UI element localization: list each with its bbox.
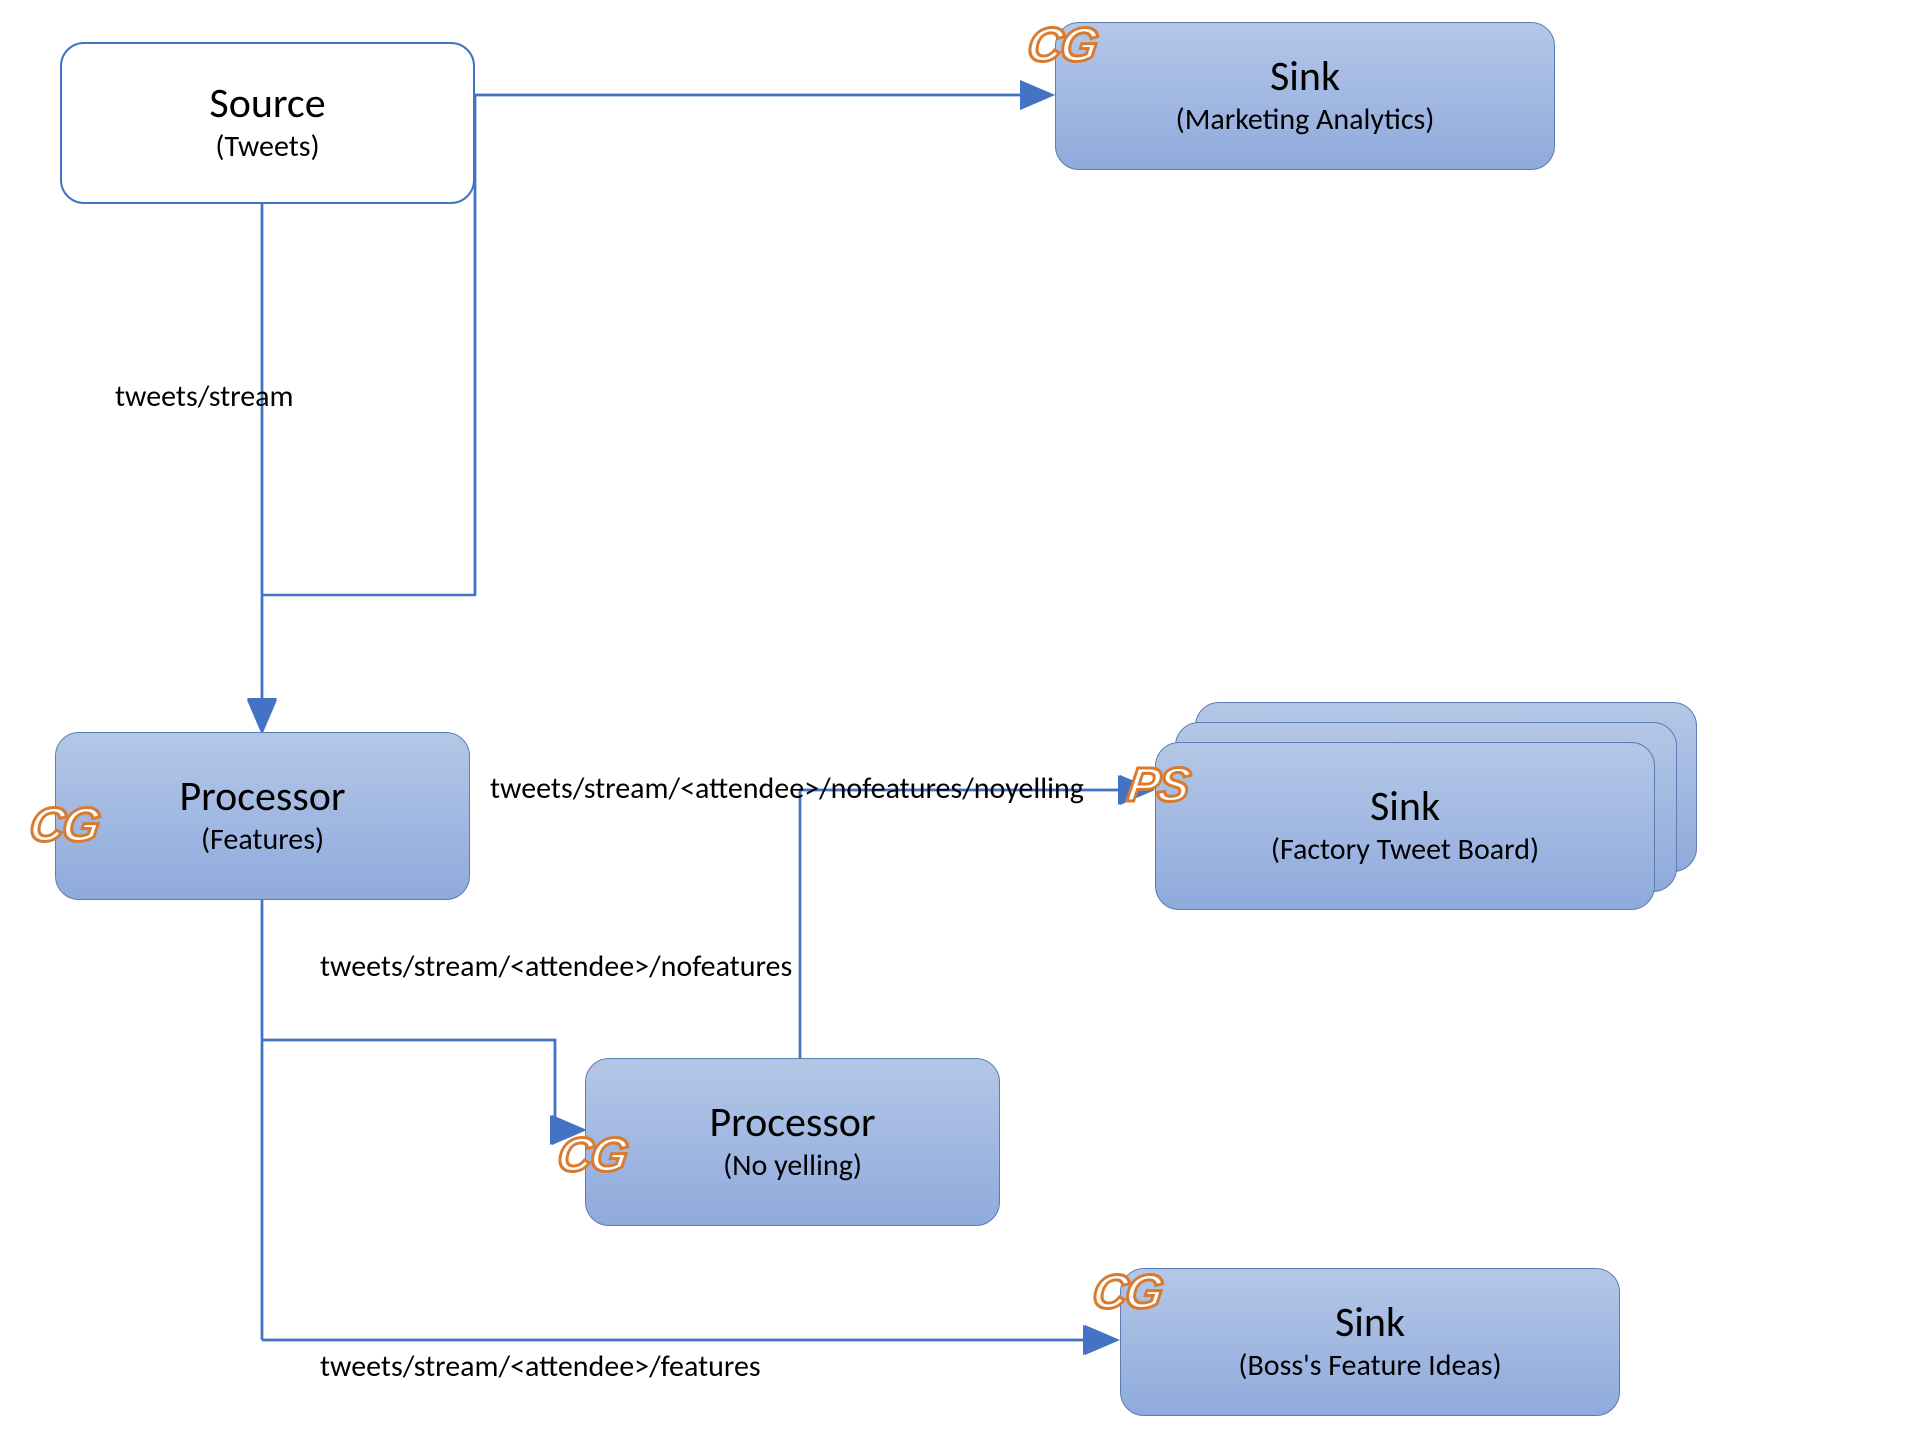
edge-label-nofeatures: tweets/stream/<attendee>/nofeatures: [320, 948, 792, 985]
node-processor-features: Processor (Features): [55, 732, 470, 900]
node-source: Source (Tweets): [60, 42, 475, 204]
node-sink-factory-title: Sink: [1370, 784, 1440, 830]
node-source-title: Source: [209, 81, 325, 127]
node-processor-noyelling-title: Processor: [709, 1100, 875, 1146]
node-processor-features-title: Processor: [179, 774, 345, 820]
node-sink-marketing-subtitle: (Marketing Analytics): [1176, 102, 1435, 138]
node-source-subtitle: (Tweets): [215, 129, 319, 165]
node-processor-noyelling: Processor (No yelling): [585, 1058, 1000, 1226]
node-sink-marketing-title: Sink: [1270, 54, 1340, 100]
node-processor-noyelling-subtitle: (No yelling): [723, 1148, 862, 1184]
node-sink-boss-subtitle: (Boss's Feature Ideas): [1238, 1348, 1501, 1384]
edge-label-noyelling: tweets/stream/<attendee>/nofeatures/noye…: [490, 770, 1084, 807]
edge-label-features: tweets/stream/<attendee>/features: [320, 1348, 761, 1385]
node-sink-factory-subtitle: (Factory Tweet Board): [1271, 832, 1539, 868]
node-sink-factory: Sink (Factory Tweet Board): [1155, 742, 1655, 910]
node-sink-marketing: Sink (Marketing Analytics): [1055, 22, 1555, 170]
node-sink-boss-title: Sink: [1335, 1300, 1405, 1346]
node-processor-features-subtitle: (Features): [201, 822, 324, 858]
edge-label-stream: tweets/stream: [115, 378, 294, 415]
node-sink-boss: Sink (Boss's Feature Ideas): [1120, 1268, 1620, 1416]
